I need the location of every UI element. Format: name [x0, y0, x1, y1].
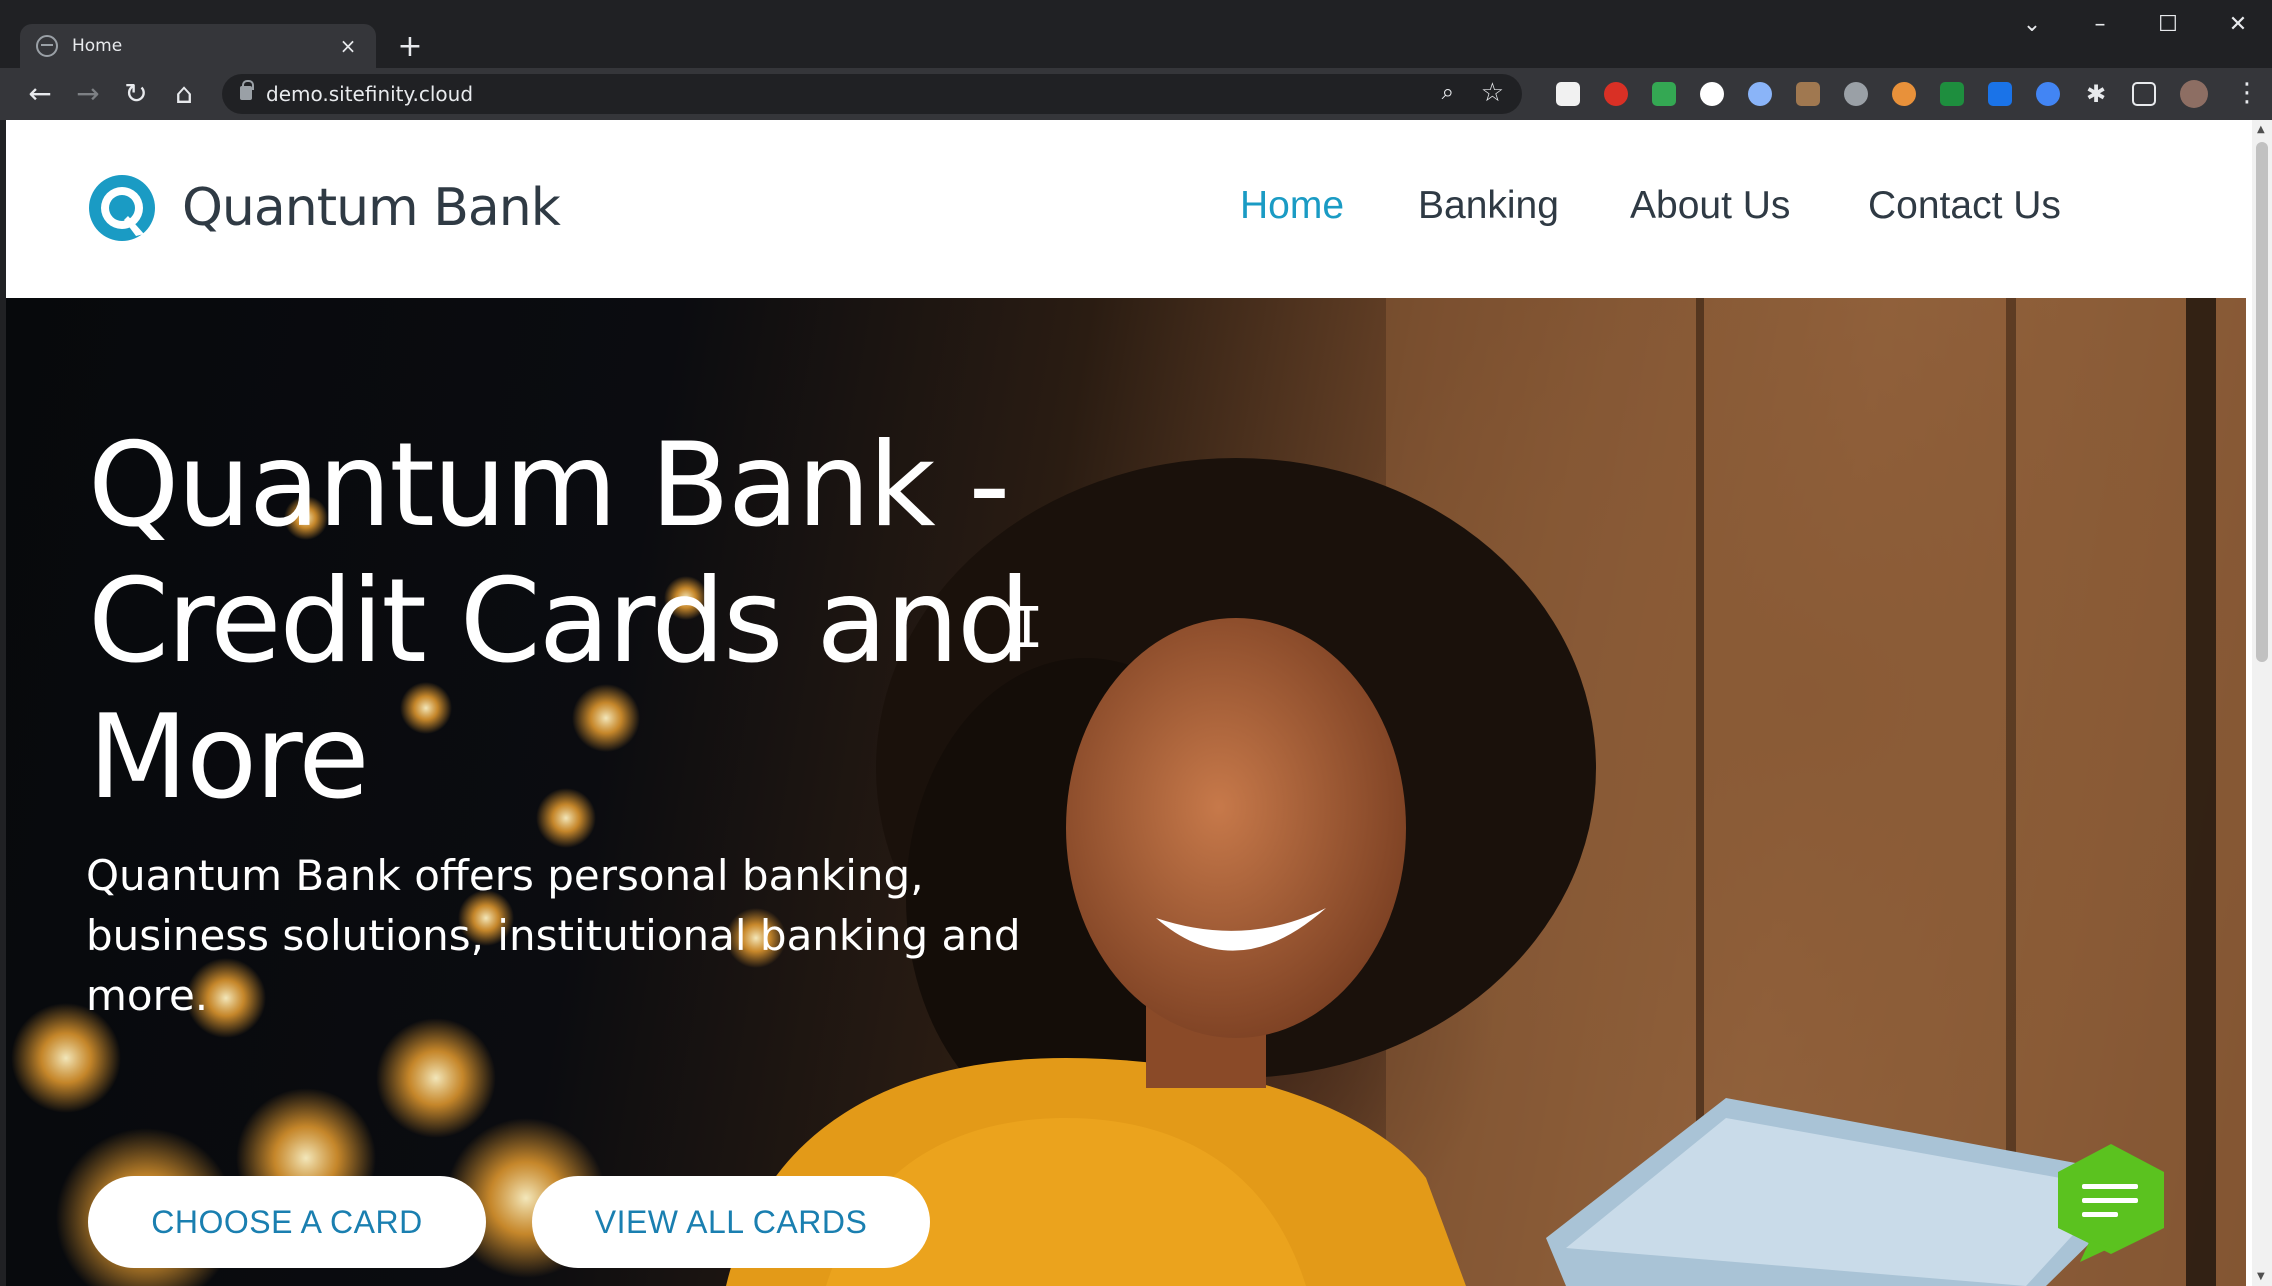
- back-icon[interactable]: ←: [20, 74, 60, 114]
- new-tab-button[interactable]: +: [392, 30, 428, 66]
- nav-contact-us[interactable]: Contact Us: [1868, 184, 2061, 228]
- home-icon[interactable]: ⌂: [164, 74, 204, 114]
- globe-icon: [36, 35, 58, 57]
- choose-a-card-button[interactable]: CHOOSE A CARD: [88, 1176, 486, 1268]
- extension-record-icon[interactable]: [1604, 82, 1628, 106]
- extension-sheet-icon[interactable]: [1652, 82, 1676, 106]
- extension-moon-icon[interactable]: [1844, 82, 1868, 106]
- page-scrollbar[interactable]: ▲ ▼: [2252, 120, 2272, 1286]
- minimize-icon[interactable]: –: [2080, 12, 2120, 37]
- zoom-icon[interactable]: ⌕: [1442, 80, 1454, 105]
- site-logo[interactable]: Quantum Bank: [84, 172, 561, 244]
- browser-toolbar: ← → ↻ ⌂ demo.sitefinity.cloud ⌕ ☆ ✱ ⋮: [0, 68, 2272, 120]
- text-cursor-icon: I: [1010, 596, 1044, 661]
- hero-title: Quantum Bank - Credit Cards and More: [88, 418, 1031, 825]
- nav-home[interactable]: Home: [1240, 184, 1344, 228]
- extension-chat-icon[interactable]: [2036, 82, 2060, 106]
- browser-tab[interactable]: Home ×: [20, 24, 376, 68]
- extensions-icon[interactable]: ✱: [2084, 82, 2108, 106]
- url-text: demo.sitefinity.cloud: [266, 82, 474, 106]
- tab-search-icon[interactable]: ⌄: [2012, 12, 2052, 37]
- scroll-down-icon[interactable]: ▼: [2257, 1271, 2265, 1282]
- extension-avatar-icon[interactable]: [1700, 82, 1724, 106]
- nav-about-us[interactable]: About Us: [1630, 184, 1790, 228]
- scroll-up-icon[interactable]: ▲: [2257, 124, 2265, 135]
- hero-subtitle: Quantum Bank offers personal banking, bu…: [86, 851, 1021, 1020]
- address-bar[interactable]: demo.sitefinity.cloud ⌕ ☆: [222, 74, 1522, 114]
- view-all-cards-button[interactable]: VIEW ALL CARDS: [532, 1176, 930, 1268]
- hero-banner: Quantum Bank - Credit Cards and More Qua…: [6, 298, 2246, 1286]
- browser-titlebar: Home × + ⌄ – ☐ ✕: [0, 0, 2272, 68]
- chat-icon[interactable]: [2050, 1140, 2172, 1262]
- extension-globe-icon[interactable]: [1892, 82, 1916, 106]
- extension-calendar-icon[interactable]: [1556, 82, 1580, 106]
- quantum-logo-icon: [89, 175, 155, 241]
- extension-bottle-icon[interactable]: [1796, 82, 1820, 106]
- nav-banking[interactable]: Banking: [1418, 184, 1559, 228]
- star-icon[interactable]: ☆: [1481, 78, 1504, 108]
- logo-text: Quantum Bank: [182, 178, 561, 238]
- forward-icon[interactable]: →: [68, 74, 108, 114]
- page-viewport: Quantum Bank Home Banking About Us Conta…: [6, 120, 2252, 1286]
- extension-cloud-icon[interactable]: [1748, 82, 1772, 106]
- scrollbar-thumb[interactable]: [2256, 142, 2268, 662]
- cast-icon[interactable]: [2132, 82, 2156, 106]
- reload-icon[interactable]: ↻: [116, 74, 156, 114]
- close-window-icon[interactable]: ✕: [2218, 12, 2258, 37]
- browser-menu-icon[interactable]: ⋮: [2232, 78, 2262, 108]
- site-header: Quantum Bank Home Banking About Us Conta…: [6, 120, 2252, 298]
- extension-k-icon[interactable]: [1940, 82, 1964, 106]
- tab-title: Home: [72, 36, 123, 56]
- lock-icon: [240, 80, 254, 100]
- extension-shield-icon[interactable]: [1988, 82, 2012, 106]
- maximize-icon[interactable]: ☐: [2148, 12, 2188, 37]
- tab-close-icon[interactable]: ×: [336, 34, 360, 58]
- profile-avatar[interactable]: [2180, 80, 2208, 108]
